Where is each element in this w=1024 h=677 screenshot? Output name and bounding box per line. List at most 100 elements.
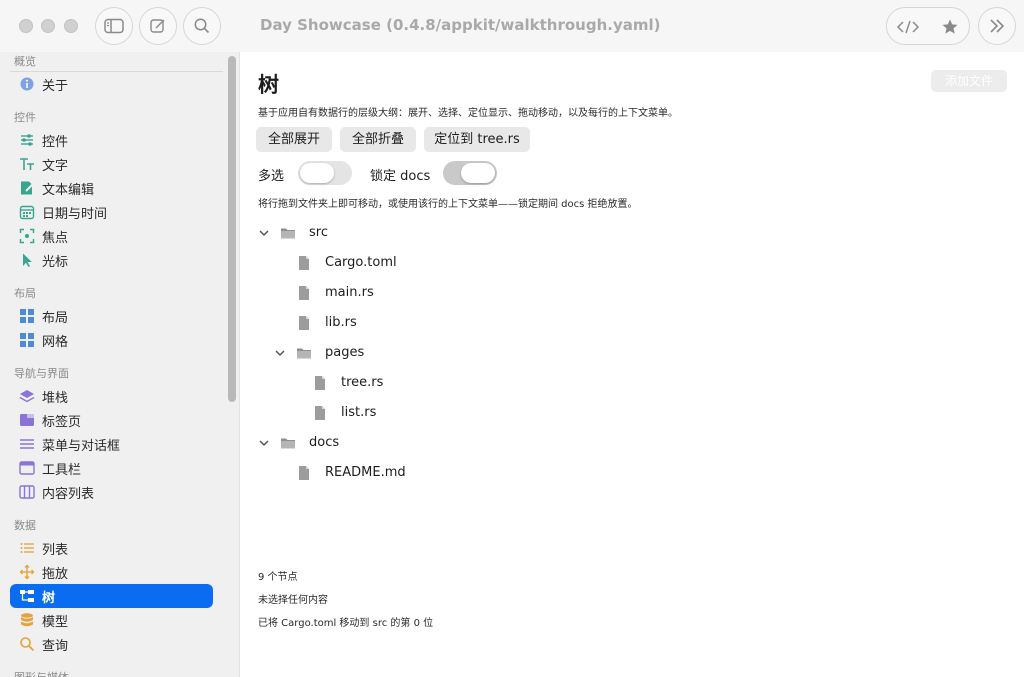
sidebar-item-controls[interactable]: 控件: [10, 128, 213, 152]
minimize-window-button[interactable]: [41, 19, 55, 33]
zoom-window-button[interactable]: [64, 19, 78, 33]
code-icon: [896, 20, 920, 34]
sidebar-section-title: 概览: [14, 55, 36, 68]
menu-icon: [20, 439, 34, 449]
sidebar-item-label: 日期与时间: [42, 207, 108, 222]
star-icon: [942, 19, 958, 34]
tree-node-label: main.rs: [325, 285, 374, 300]
sidebar-item-text-edit[interactable]: 文本编辑: [10, 176, 213, 200]
sidebar-item-label: 关于: [42, 79, 69, 94]
tree-node-label: docs: [309, 435, 340, 450]
move-icon: [19, 564, 35, 580]
close-window-button[interactable]: [19, 19, 33, 33]
tree-file-row[interactable]: main.rs: [274, 282, 674, 304]
database-icon: [21, 613, 33, 627]
sidebar-item-label: 焦点: [42, 231, 69, 246]
sidebar-item-focus[interactable]: 焦点: [10, 224, 213, 248]
file-icon: [299, 316, 309, 330]
expand-all-button[interactable]: 全部展开: [256, 127, 332, 152]
chevron-down-icon[interactable]: [258, 437, 270, 449]
reveal-tree-rs-button[interactable]: 定位到 tree.rs: [424, 127, 530, 152]
sidebar-item-toolbar[interactable]: 工具栏: [10, 456, 213, 480]
sidebar-item-label: 树: [42, 591, 56, 606]
lock-docs-toggle[interactable]: [443, 161, 497, 185]
sidebar-item-tree[interactable]: 树: [10, 584, 213, 608]
chevrons-right-icon: [990, 19, 1005, 33]
tree-node-label: list.rs: [341, 405, 377, 420]
sidebar-item-list[interactable]: 列表: [10, 536, 213, 560]
sidebar-item-label: 文字: [42, 159, 69, 174]
search-icon: [194, 18, 210, 34]
sidebar-item-label: 列表: [42, 543, 69, 558]
sidebar-toggle-button[interactable]: [95, 7, 133, 45]
sidebar-item-grid[interactable]: 网格: [10, 328, 213, 352]
tree-file-row[interactable]: Cargo.toml: [274, 252, 674, 274]
sidebar-item-label: 模型: [42, 615, 69, 630]
toolbar-icon: [19, 461, 35, 475]
cursor-icon: [23, 253, 32, 267]
more-button[interactable]: [978, 7, 1016, 45]
layout-icon: [20, 309, 34, 323]
sidebar-item-about[interactable]: 关于: [10, 72, 213, 96]
tree-folder-row[interactable]: docs: [258, 432, 658, 454]
selection-status: 未选择任何内容: [258, 595, 328, 606]
tree-file-row[interactable]: list.rs: [290, 402, 690, 424]
sidebar-item-label: 工具栏: [42, 463, 82, 478]
tree-file-row[interactable]: tree.rs: [290, 372, 690, 394]
add-file-button[interactable]: 添加文件: [931, 70, 1007, 92]
chevron-down-icon[interactable]: [274, 347, 286, 359]
last-action-status: 已将 Cargo.toml 移动到 src 的第 0 位: [258, 618, 434, 629]
sidebar-item-content-list[interactable]: 内容列表: [10, 480, 213, 504]
sidebar-section-title: 图形与媒体: [14, 669, 69, 677]
sidebar-item-label: 控件: [42, 135, 69, 150]
sidebar-item-label: 文本编辑: [42, 183, 95, 198]
sidebar-item-label: 拖放: [42, 567, 69, 582]
stack-icon: [19, 390, 35, 403]
sidebar-item-label: 标签页: [42, 415, 82, 430]
multi-select-label: 多选: [258, 169, 285, 184]
sidebar-item-label: 内容列表: [42, 487, 95, 502]
title-bar: Day Showcase (0.4.8/appkit/walkthrough.y…: [0, 0, 1024, 52]
tree-node-label: pages: [325, 345, 365, 360]
multi-select-toggle[interactable]: [298, 161, 352, 185]
node-count: 9 个节点: [258, 572, 298, 583]
sidebar-item-model[interactable]: 模型: [10, 608, 213, 632]
file-icon: [299, 256, 309, 270]
sidebar-section-title: 控件: [14, 111, 36, 124]
sliders-icon: [21, 134, 33, 146]
tree-folder-row[interactable]: src: [258, 222, 658, 244]
edit-icon: [21, 181, 35, 195]
sidebar-toggle-icon: [104, 18, 124, 34]
tree-folder-row[interactable]: pages: [274, 342, 674, 364]
app-window: Day Showcase (0.4.8/appkit/walkthrough.y…: [0, 0, 1024, 677]
folder-icon: [281, 228, 295, 239]
sidebar-item-layout[interactable]: 布局: [10, 304, 213, 328]
sidebar-item-text[interactable]: 文字: [10, 152, 213, 176]
compose-button[interactable]: [139, 7, 177, 45]
search-icon: [20, 637, 35, 652]
sidebar-item-menus-dialogs[interactable]: 菜单与对话框: [10, 432, 213, 456]
sidebar-item-cursor[interactable]: 光标: [10, 248, 213, 272]
sidebar-item-query[interactable]: 查询: [10, 632, 213, 656]
code-button[interactable]: [887, 8, 929, 46]
folder-icon: [281, 438, 295, 449]
tree-file-row[interactable]: README.md: [274, 462, 674, 484]
sidebar-item-stack[interactable]: 堆栈: [10, 384, 213, 408]
collapse-all-button[interactable]: 全部折叠: [340, 127, 416, 152]
sidebar-item-label: 查询: [42, 639, 69, 654]
sidebar-scroll-thumb[interactable]: [228, 56, 236, 402]
page-description: 基于应用自有数据行的层级大纲：展开、选择、定位显示、拖动移动，以及每行的上下文菜…: [258, 108, 678, 119]
favorite-button[interactable]: [929, 8, 971, 46]
sidebar-item-label: 光标: [42, 255, 69, 270]
sidebar-item-tabs[interactable]: 标签页: [10, 408, 213, 432]
tree-file-row[interactable]: lib.rs: [274, 312, 674, 334]
chevron-down-icon[interactable]: [258, 227, 270, 239]
compose-icon: [150, 19, 165, 33]
focus-icon: [19, 228, 35, 244]
info-icon: [20, 77, 34, 91]
toggle-knob: [300, 163, 334, 183]
sidebar-item-drag-drop[interactable]: 拖放: [10, 560, 213, 584]
search-button[interactable]: [183, 7, 221, 45]
file-icon: [315, 406, 325, 420]
sidebar-item-date-time[interactable]: 日期与时间: [10, 200, 213, 224]
